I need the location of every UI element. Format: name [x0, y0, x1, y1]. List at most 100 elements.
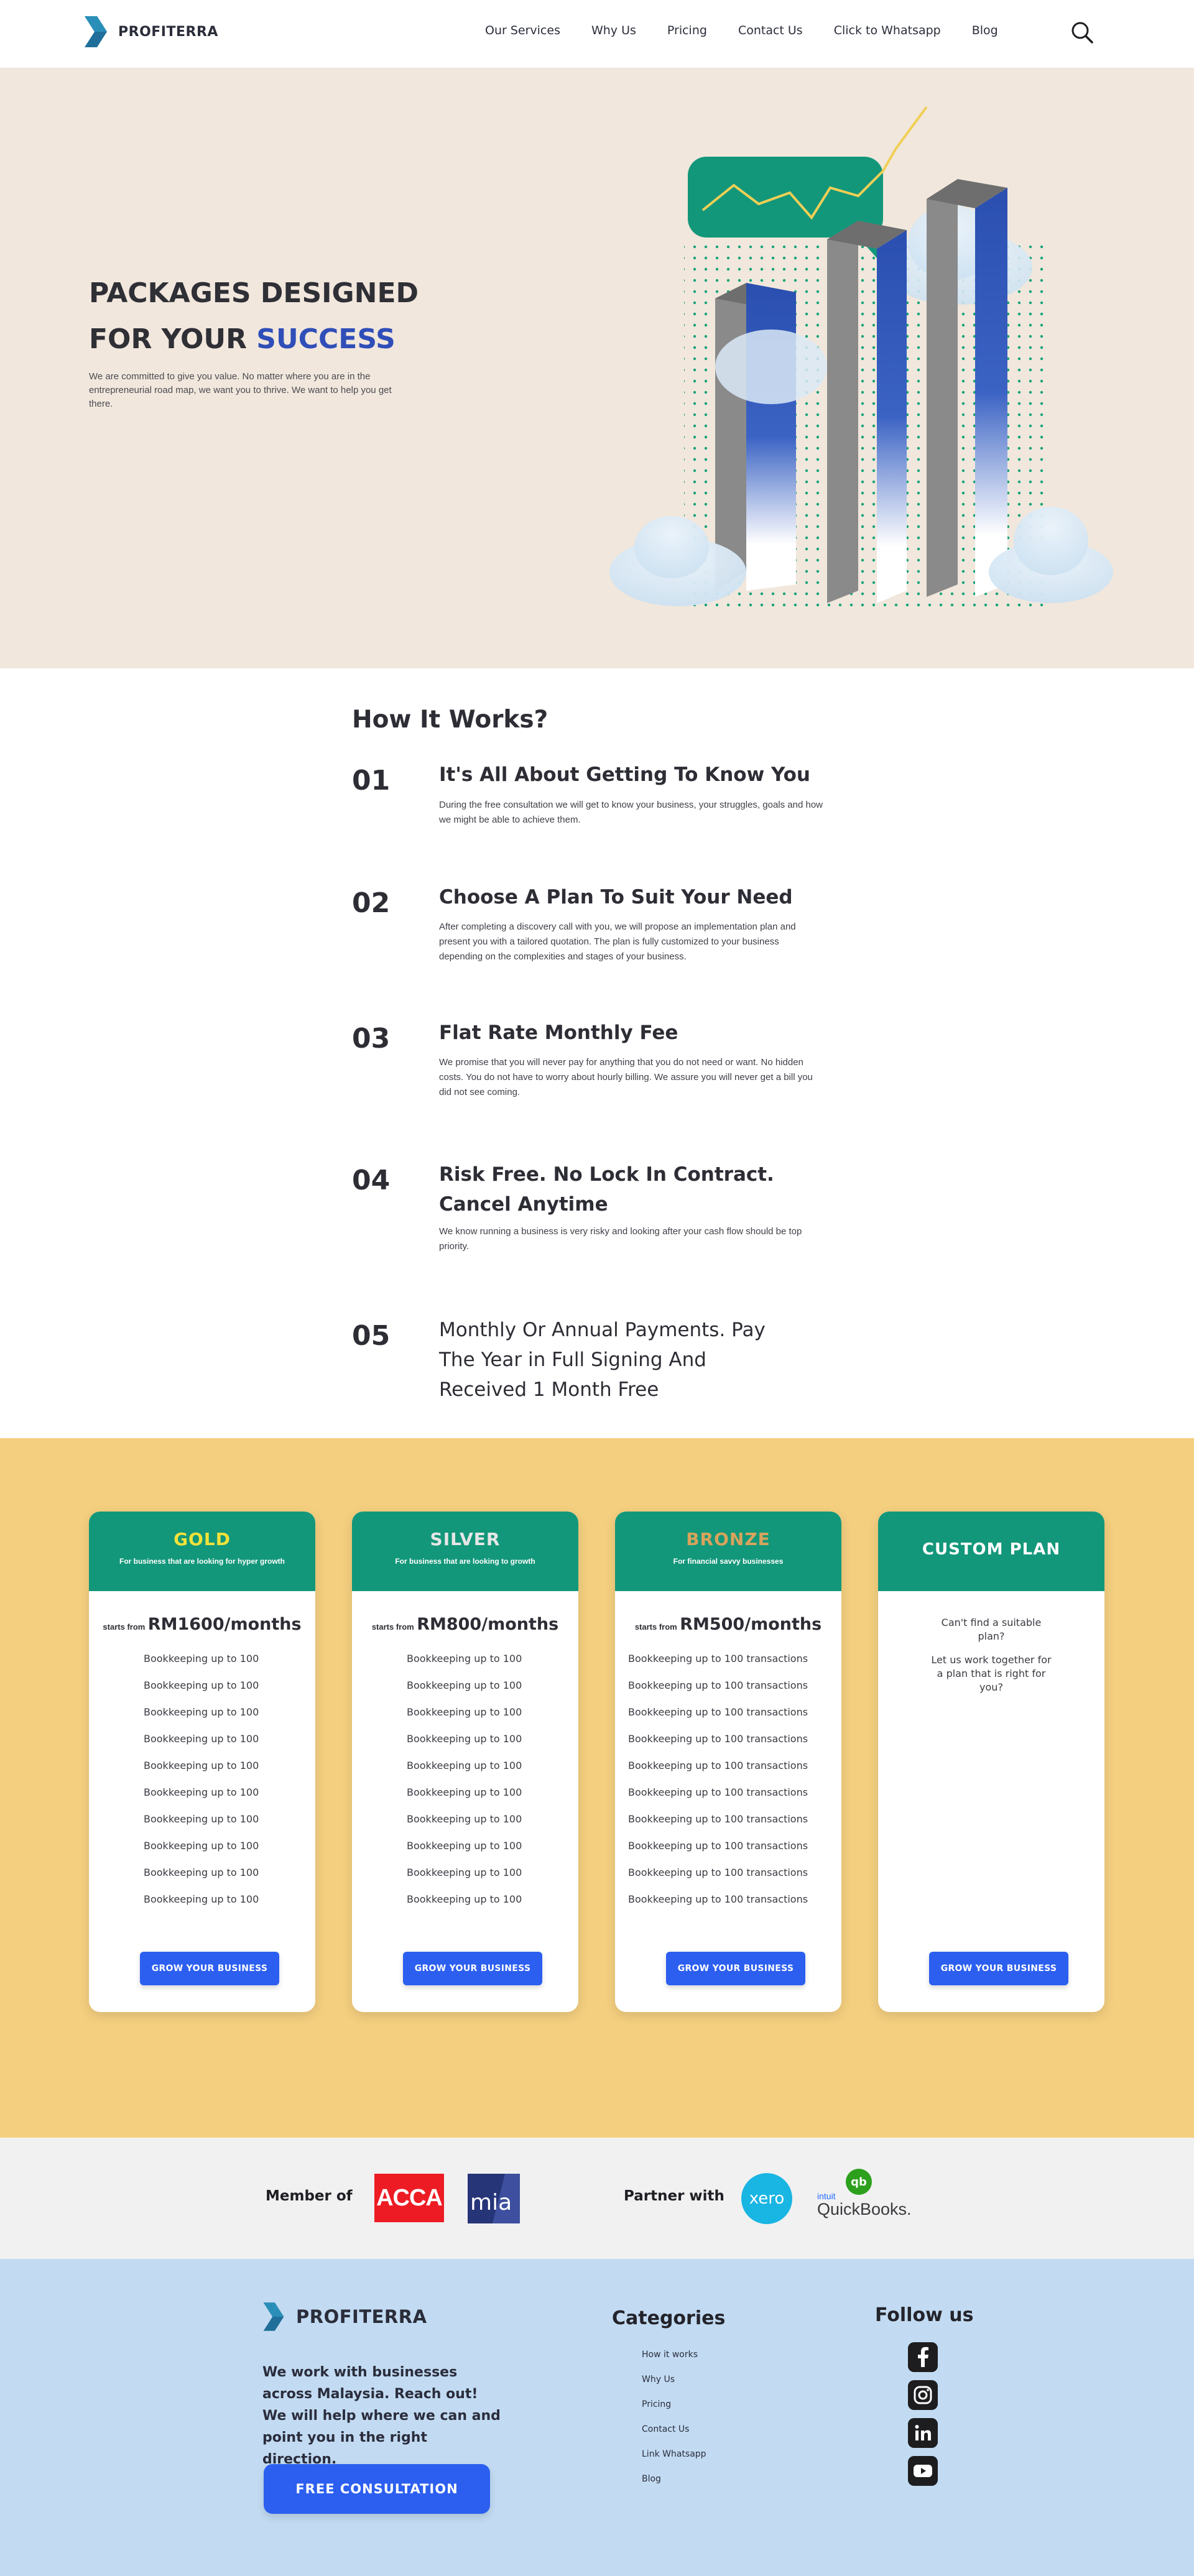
step-title: Monthly Or Annual Payments. Pay The Year…	[439, 1319, 766, 1401]
bar2-front	[877, 230, 907, 603]
nav-blog[interactable]: Blog	[972, 24, 998, 37]
custom-plan-offer: Let us work together for a plan that is …	[931, 1654, 1052, 1693]
search-icon[interactable]	[1070, 20, 1094, 45]
step-number: 05	[352, 1320, 391, 1352]
step-title: It's All About Getting To Know You	[439, 764, 810, 786]
step-title: Risk Free. No Lock In Contract. Cancel A…	[439, 1163, 774, 1216]
hero-title-line2: FOR YOUR	[89, 323, 257, 355]
feature-item: Bookkeeping up to 100 transactions	[628, 1840, 808, 1852]
brand-name: PROFITERRA	[118, 24, 218, 40]
instagram-icon[interactable]	[908, 2380, 938, 2410]
pricing-card-custom: CUSTOM PLAN Can't find a suitable plan? …	[878, 1512, 1104, 2012]
card-header: CUSTOM PLAN	[878, 1512, 1104, 1591]
feature-item: Bookkeeping up to 100 transactions	[407, 1679, 525, 1691]
free-consultation-button[interactable]: FREE CONSULTATION	[264, 2464, 490, 2514]
step-title: Flat Rate Monthly Fee	[439, 1022, 678, 1044]
price-amount: RM1600/months	[147, 1615, 302, 1634]
feature-item: Bookkeeping up to 100 transactions	[144, 1813, 262, 1825]
plan-name: CUSTOM PLAN	[922, 1540, 1061, 1559]
footer-link-pricing[interactable]: Pricing	[642, 2399, 706, 2424]
grow-your-business-button[interactable]: GROW YOUR BUSINESS	[929, 1952, 1068, 1985]
bar1-front	[746, 283, 796, 591]
nav-why-us[interactable]: Why Us	[591, 24, 636, 37]
xero-logo: xero	[741, 2173, 792, 2224]
logo-arrow-icon	[85, 16, 107, 47]
feature-item: Bookkeeping up to 100 transactions	[144, 1733, 262, 1745]
nav-contact-us[interactable]: Contact Us	[738, 24, 803, 37]
footer-link-why-us[interactable]: Why Us	[642, 2375, 706, 2399]
bar2-side	[827, 221, 858, 603]
membership-bar: Member of ACCA mia Partner with xero qb …	[0, 2138, 1194, 2259]
linkedin-icon[interactable]	[908, 2418, 938, 2448]
feature-item: Bookkeeping up to 100 transactions	[144, 1840, 262, 1852]
nav-our-services[interactable]: Our Services	[485, 24, 560, 37]
cloud-mid	[715, 330, 827, 404]
footer-link-blog[interactable]: Blog	[642, 2474, 706, 2499]
feature-item: Bookkeeping up to 100 transactions	[144, 1653, 262, 1664]
footer-brand-logo[interactable]: PROFITERRA	[261, 2301, 427, 2332]
hero-title: PACKAGES DESIGNED FOR YOUR SUCCESS	[89, 270, 419, 362]
footer-categories-list: How it works Why Us Pricing Contact Us L…	[642, 2350, 706, 2499]
feature-item: Bookkeeping up to 100 transactions	[407, 1867, 525, 1878]
feature-item: Bookkeeping up to 100 transactions	[628, 1760, 808, 1771]
step-number: 01	[352, 765, 391, 796]
footer-link-contact-us[interactable]: Contact Us	[642, 2424, 706, 2449]
bar3-side	[927, 179, 958, 597]
price-prefix: starts from	[371, 1622, 414, 1632]
nav-pricing[interactable]: Pricing	[667, 24, 707, 37]
step-number: 04	[352, 1165, 391, 1196]
pricing-section: GOLD For business that are looking for h…	[0, 1438, 1194, 2138]
follow-us-title: Follow us	[875, 2304, 974, 2326]
step-number: 03	[352, 1023, 391, 1055]
feature-item: Bookkeeping up to 100 transactions	[144, 1867, 262, 1878]
hero-section: PACKAGES DESIGNED FOR YOUR SUCCESS We ar…	[0, 68, 1194, 668]
footer-brand-name: PROFITERRA	[296, 2306, 427, 2327]
brand-logo[interactable]: PROFITERRA	[82, 15, 218, 48]
feature-item: Bookkeeping up to 100 transactions	[628, 1679, 808, 1691]
bar1-side	[715, 283, 746, 591]
card-header: BRONZE For financial savvy businesses	[615, 1512, 841, 1591]
feature-item: Bookkeeping up to 100 transactions	[144, 1679, 262, 1691]
feature-item: Bookkeeping up to 100 transactions	[407, 1653, 525, 1664]
quickbooks-text: QuickBooks.	[817, 2200, 912, 2218]
pricing-card-silver: SILVER For business that are looking to …	[352, 1512, 578, 2012]
grow-your-business-button[interactable]: GROW YOUR BUSINESS	[140, 1952, 279, 1985]
partner-with-label: Partner with	[624, 2188, 724, 2204]
hero-title-accent: SUCCESS	[256, 323, 396, 355]
feature-item: Bookkeeping up to 100 transactions	[407, 1893, 525, 1905]
step-body: We know running a business is very risky…	[439, 1226, 802, 1252]
feature-list: Bookkeeping up to 100 transactions Bookk…	[144, 1653, 262, 1920]
pricing-card-bronze: BRONZE For financial savvy businesses st…	[615, 1512, 841, 2012]
logo-arrow-icon	[263, 2302, 284, 2331]
plan-name: BRONZE	[686, 1529, 771, 1549]
footer-link-whatsapp[interactable]: Link Whatsapp	[642, 2449, 706, 2474]
footer-link-how-it-works[interactable]: How it works	[642, 2350, 706, 2375]
feature-item: Bookkeeping up to 100 transactions	[407, 1706, 525, 1718]
feature-item: Bookkeeping up to 100 transactions	[628, 1786, 808, 1798]
plan-price: starts from RM1600/months	[89, 1615, 315, 1634]
main-nav: Our Services Why Us Pricing Contact Us C…	[485, 24, 1029, 37]
feature-item: Bookkeeping up to 100 transactions	[144, 1786, 262, 1798]
plan-subtitle: For business that are looking to growth	[395, 1557, 535, 1566]
member-of-label: Member of	[266, 2188, 353, 2204]
site-header: PROFITERRA Our Services Why Us Pricing C…	[0, 0, 1194, 68]
bar3-front	[975, 188, 1007, 597]
youtube-icon[interactable]	[908, 2456, 938, 2486]
step-number: 02	[352, 887, 391, 919]
facebook-icon[interactable]	[908, 2342, 938, 2372]
cloud-right-top	[1014, 507, 1088, 575]
feature-item: Bookkeeping up to 100 transactions	[628, 1706, 808, 1718]
pricing-card-gold: GOLD For business that are looking for h…	[89, 1512, 315, 2012]
footer-description: We work with businesses across Malaysia.…	[262, 2365, 501, 2467]
grow-your-business-button[interactable]: GROW YOUR BUSINESS	[403, 1952, 542, 1985]
hero-title-line1: PACKAGES DESIGNED	[89, 277, 419, 309]
nav-click-to-whatsapp[interactable]: Click to Whatsapp	[834, 24, 941, 37]
custom-plan-question: Can't find a suitable plan?	[941, 1617, 1042, 1642]
grow-your-business-button[interactable]: GROW YOUR BUSINESS	[666, 1952, 805, 1985]
price-amount: RM800/months	[417, 1615, 559, 1634]
price-amount: RM500/months	[680, 1615, 822, 1634]
quickbooks-logo: qb intuit QuickBooks.	[817, 2169, 912, 2231]
quickbooks-mark: qb	[846, 2169, 872, 2195]
step-body: We promise that you will never pay for a…	[439, 1057, 813, 1097]
card-header: GOLD For business that are looking for h…	[89, 1512, 315, 1591]
